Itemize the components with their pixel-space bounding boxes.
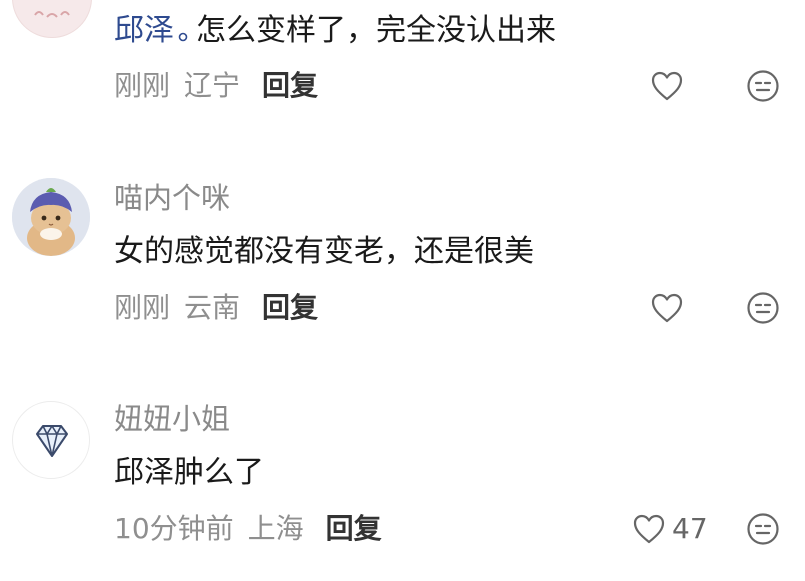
comment-username[interactable]: 喵内个咪 (114, 180, 230, 216)
like-button[interactable] (650, 70, 690, 102)
comment-location: 云南 (184, 291, 241, 324)
comment-text: 邱泽 怎么变样了，完全没认出来 (114, 12, 556, 56)
comment-text: 女的感觉都没有变老，还是很美 (114, 234, 534, 269)
comment-meta: 刚刚 辽宁 回复 (114, 68, 318, 104)
heart-outline-icon (651, 293, 683, 323)
mention-link[interactable]: 邱泽 (114, 13, 174, 48)
avatar[interactable] (12, 178, 90, 256)
comment-meta: 刚刚 云南 回复 (114, 290, 318, 326)
comment-location: 辽宁 (184, 69, 241, 102)
avatar[interactable] (12, 401, 90, 479)
reply-button[interactable]: 回复 (262, 69, 318, 102)
comment-feed: 邱泽 怎么变样了，完全没认出来 刚刚 辽宁 回复 喵内个咪 女的感觉都没有变老，… (0, 0, 805, 581)
heart-outline-icon (651, 71, 683, 101)
smiley-face-icon[interactable] (746, 291, 780, 325)
smiley-face-icon[interactable] (746, 69, 780, 103)
comment-time: 刚刚 (114, 291, 171, 324)
reply-button[interactable]: 回复 (326, 512, 382, 545)
comment-time: 10分钟前 (114, 512, 234, 545)
reply-button[interactable]: 回复 (262, 291, 318, 324)
comment-text: 邱泽肿么了 (114, 455, 264, 490)
like-count: 47 (672, 512, 708, 545)
comment-meta: 10分钟前 上海 回复 (114, 511, 382, 547)
search-mention-icon[interactable] (178, 18, 188, 56)
comment-time: 刚刚 (114, 69, 171, 102)
like-button[interactable]: 47 (632, 512, 708, 545)
diamond-icon (36, 425, 68, 457)
comment-location: 上海 (247, 512, 304, 545)
avatar[interactable] (12, 0, 92, 38)
comment-username[interactable]: 妞妞小姐 (114, 401, 230, 437)
heart-outline-icon (633, 514, 665, 543)
like-button[interactable] (650, 292, 690, 324)
smiley-face-icon[interactable] (746, 512, 780, 546)
comment-body: 怎么变样了，完全没认出来 (196, 13, 556, 48)
